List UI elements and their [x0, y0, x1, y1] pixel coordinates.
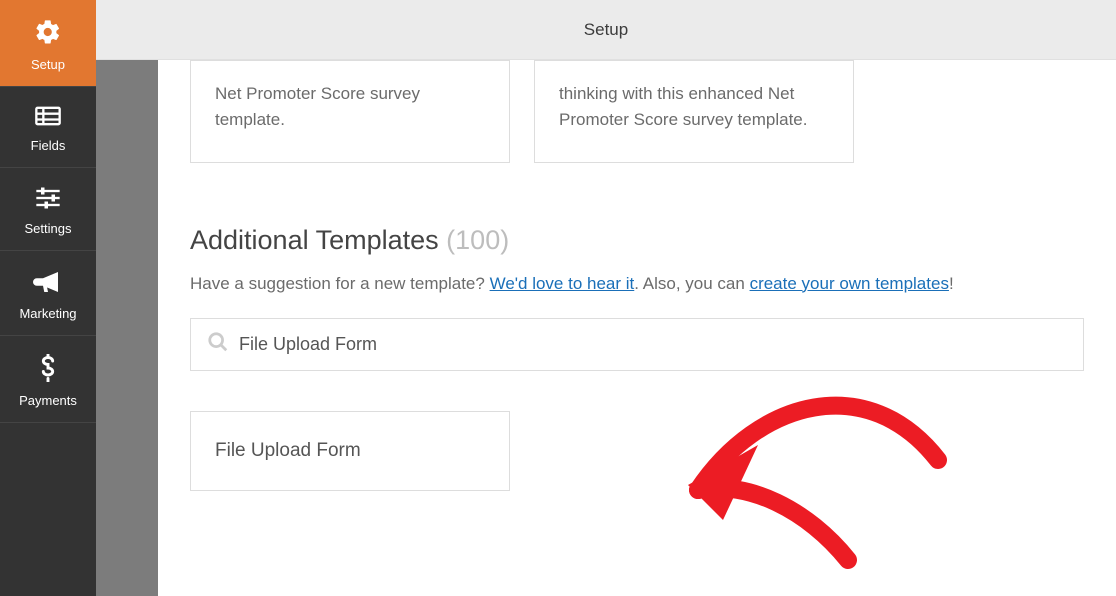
sidebar-item-label: Setup [31, 57, 65, 72]
card-text: thinking with this enhanced Net Promoter… [559, 81, 829, 134]
page-title: Setup [584, 20, 628, 40]
list-icon [34, 105, 62, 132]
section-title: Additional Templates (100) [190, 225, 1084, 256]
sub-middle: . Also, you can [634, 274, 749, 293]
template-result-file-upload[interactable]: File Upload Form [190, 411, 510, 491]
sub-suffix: ! [949, 274, 954, 293]
bullhorn-icon [33, 269, 63, 300]
link-suggestion[interactable]: We'd love to hear it [490, 274, 635, 293]
sub-prefix: Have a suggestion for a new template? [190, 274, 490, 293]
main-panel: Net Promoter Score survey template. thin… [158, 60, 1116, 596]
template-search[interactable] [190, 318, 1084, 371]
sidebar-item-fields[interactable]: Fields [0, 87, 96, 168]
link-create-own[interactable]: create your own templates [750, 274, 949, 293]
sidebar-item-settings[interactable]: Settings [0, 168, 96, 251]
gear-icon [34, 18, 62, 51]
card-text: Net Promoter Score survey template. [215, 81, 485, 134]
sidebar-item-label: Settings [25, 221, 72, 236]
additional-templates-section: Additional Templates (100) Have a sugges… [190, 225, 1084, 491]
section-title-text: Additional Templates [190, 225, 439, 255]
sidebar-item-payments[interactable]: Payments [0, 336, 96, 423]
search-icon [207, 331, 229, 358]
sidebar-item-setup[interactable]: Setup [0, 0, 96, 87]
template-card-nps[interactable]: Net Promoter Score survey template. [190, 60, 510, 163]
template-cards-row: Net Promoter Score survey template. thin… [190, 60, 1084, 163]
search-input[interactable] [239, 334, 1067, 355]
sliders-icon [34, 186, 62, 215]
sidebar-item-label: Marketing [19, 306, 76, 321]
section-subtitle: Have a suggestion for a new template? We… [190, 274, 1084, 294]
topbar: Setup [96, 0, 1116, 60]
sidebar-item-marketing[interactable]: Marketing [0, 251, 96, 336]
template-card-nps-enhanced[interactable]: thinking with this enhanced Net Promoter… [534, 60, 854, 163]
sidebar-item-label: Fields [31, 138, 66, 153]
sidebar: Setup Fields Settings Marketing Payments [0, 0, 96, 596]
template-count: (100) [446, 225, 509, 255]
sidebar-item-label: Payments [19, 393, 77, 408]
dollar-icon [38, 354, 58, 387]
result-title: File Upload Form [215, 440, 485, 462]
